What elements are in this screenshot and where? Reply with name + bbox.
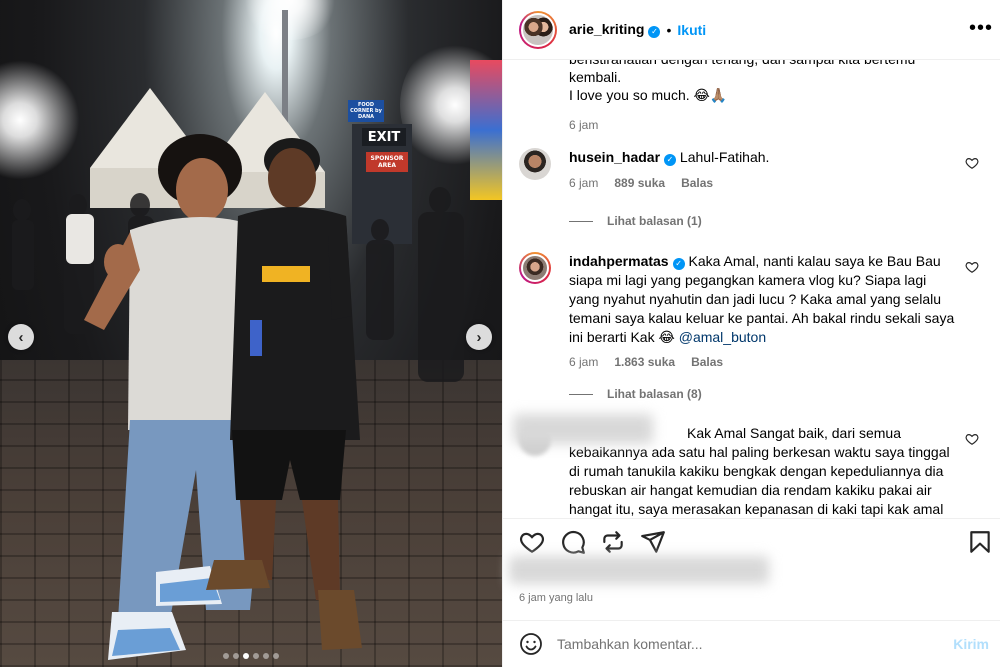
caption-line: kembali. (569, 69, 622, 85)
emoji-icon[interactable] (519, 632, 543, 656)
heart-icon[interactable] (965, 432, 979, 446)
caption-text: beristirahatlah dengan tenang, dan sampa… (569, 60, 949, 134)
author-username[interactable]: arie_kriting (569, 21, 644, 37)
redacted-username-blur (513, 414, 653, 444)
man-right (206, 138, 362, 650)
comments-list[interactable]: beristirahatlah dengan tenang, dan sampa… (503, 60, 1000, 518)
view-replies-button[interactable]: Lihat balasan (1) (569, 214, 702, 228)
comment-bubble-icon[interactable] (560, 529, 586, 555)
repost-icon[interactable] (600, 529, 626, 555)
carousel-dot (263, 653, 269, 659)
more-options-icon[interactable]: ••• (969, 18, 993, 38)
comment-username[interactable]: indahpermatas (569, 253, 669, 269)
mention-link[interactable]: @amal_buton (679, 329, 766, 345)
save-bookmark-icon[interactable] (967, 529, 993, 555)
carousel-dot (233, 653, 239, 659)
comment-avatar[interactable] (519, 252, 551, 284)
lanyard-badge (250, 320, 262, 356)
comment-input[interactable] (557, 636, 927, 652)
verified-badge-icon: ✓ (672, 258, 685, 270)
caption-line: I love you so much. 😂🙏🏽 (569, 87, 728, 103)
author-username-wrap: arie_kriting ✓ (569, 21, 661, 39)
comment-item: indahpermatas ✓ Kaka Amal, nanti kalau sa… (519, 252, 989, 372)
carousel-prev-button[interactable]: ‹ (8, 324, 34, 350)
replies-line (569, 393, 593, 395)
replies-line (569, 220, 593, 222)
caption-time: 6 jam (569, 118, 599, 132)
verified-badge-icon: ✓ (664, 154, 677, 166)
comment-time: 6 jam (569, 355, 599, 369)
add-comment-bar: Kirim (503, 620, 1000, 667)
heart-icon[interactable] (965, 260, 979, 274)
author-avatar[interactable] (519, 10, 557, 49)
shirt-print (262, 266, 310, 282)
post-side-panel: arie_kriting ✓ • Ikuti ••• beristirahatla… (502, 0, 1000, 667)
comment-likes[interactable]: 1.863 suka (614, 353, 675, 372)
carousel-dot (253, 653, 259, 659)
like-heart-icon[interactable] (519, 529, 545, 555)
follow-button[interactable]: Ikuti (677, 22, 706, 38)
carousel-dots (0, 653, 502, 659)
heart-icon[interactable] (965, 156, 979, 170)
reply-button[interactable]: Balas (691, 353, 723, 372)
view-replies-button[interactable]: Lihat balasan (8) (569, 387, 702, 401)
post-time-ago[interactable]: 6 jam yang lalu (519, 592, 593, 604)
comment-likes[interactable]: 889 suka (614, 174, 665, 193)
comment-item: husein_hadar ✓ Lahul-Fatihah. 6 jam 889 s… (519, 148, 989, 193)
comment-avatar[interactable] (519, 148, 551, 180)
redacted-likes-blur (509, 556, 769, 584)
reply-button[interactable]: Balas (681, 174, 713, 193)
post-header: arie_kriting ✓ • Ikuti ••• (503, 0, 1000, 60)
comment-time: 6 jam (569, 176, 599, 190)
view-replies-label: Lihat balasan (1) (607, 214, 702, 228)
verified-badge-icon: ✓ (648, 25, 661, 38)
post-comment-button[interactable]: Kirim (953, 636, 989, 652)
share-send-icon[interactable] (640, 529, 666, 555)
carousel-next-button[interactable]: › (466, 324, 492, 350)
comment-meta: 6 jam 889 suka Balas (569, 174, 959, 193)
view-replies-label: Lihat balasan (8) (607, 387, 702, 401)
caption-meta: 6 jam (569, 116, 949, 134)
carousel-dot (273, 653, 279, 659)
header-separator: • (666, 21, 672, 38)
comment-username[interactable]: husein_hadar (569, 149, 660, 165)
carousel-dot (243, 653, 249, 659)
post-photo[interactable]: FOOD CORNER by DANA EXIT SPONSOR AREA ‹ … (0, 0, 502, 667)
caption-line: beristirahatlah dengan tenang, dan sampa… (569, 60, 949, 68)
carousel-dot (223, 653, 229, 659)
comment-text: Lahul-Fatihah. (679, 149, 770, 165)
comment-meta: 6 jam 1.863 suka Balas (569, 353, 959, 372)
